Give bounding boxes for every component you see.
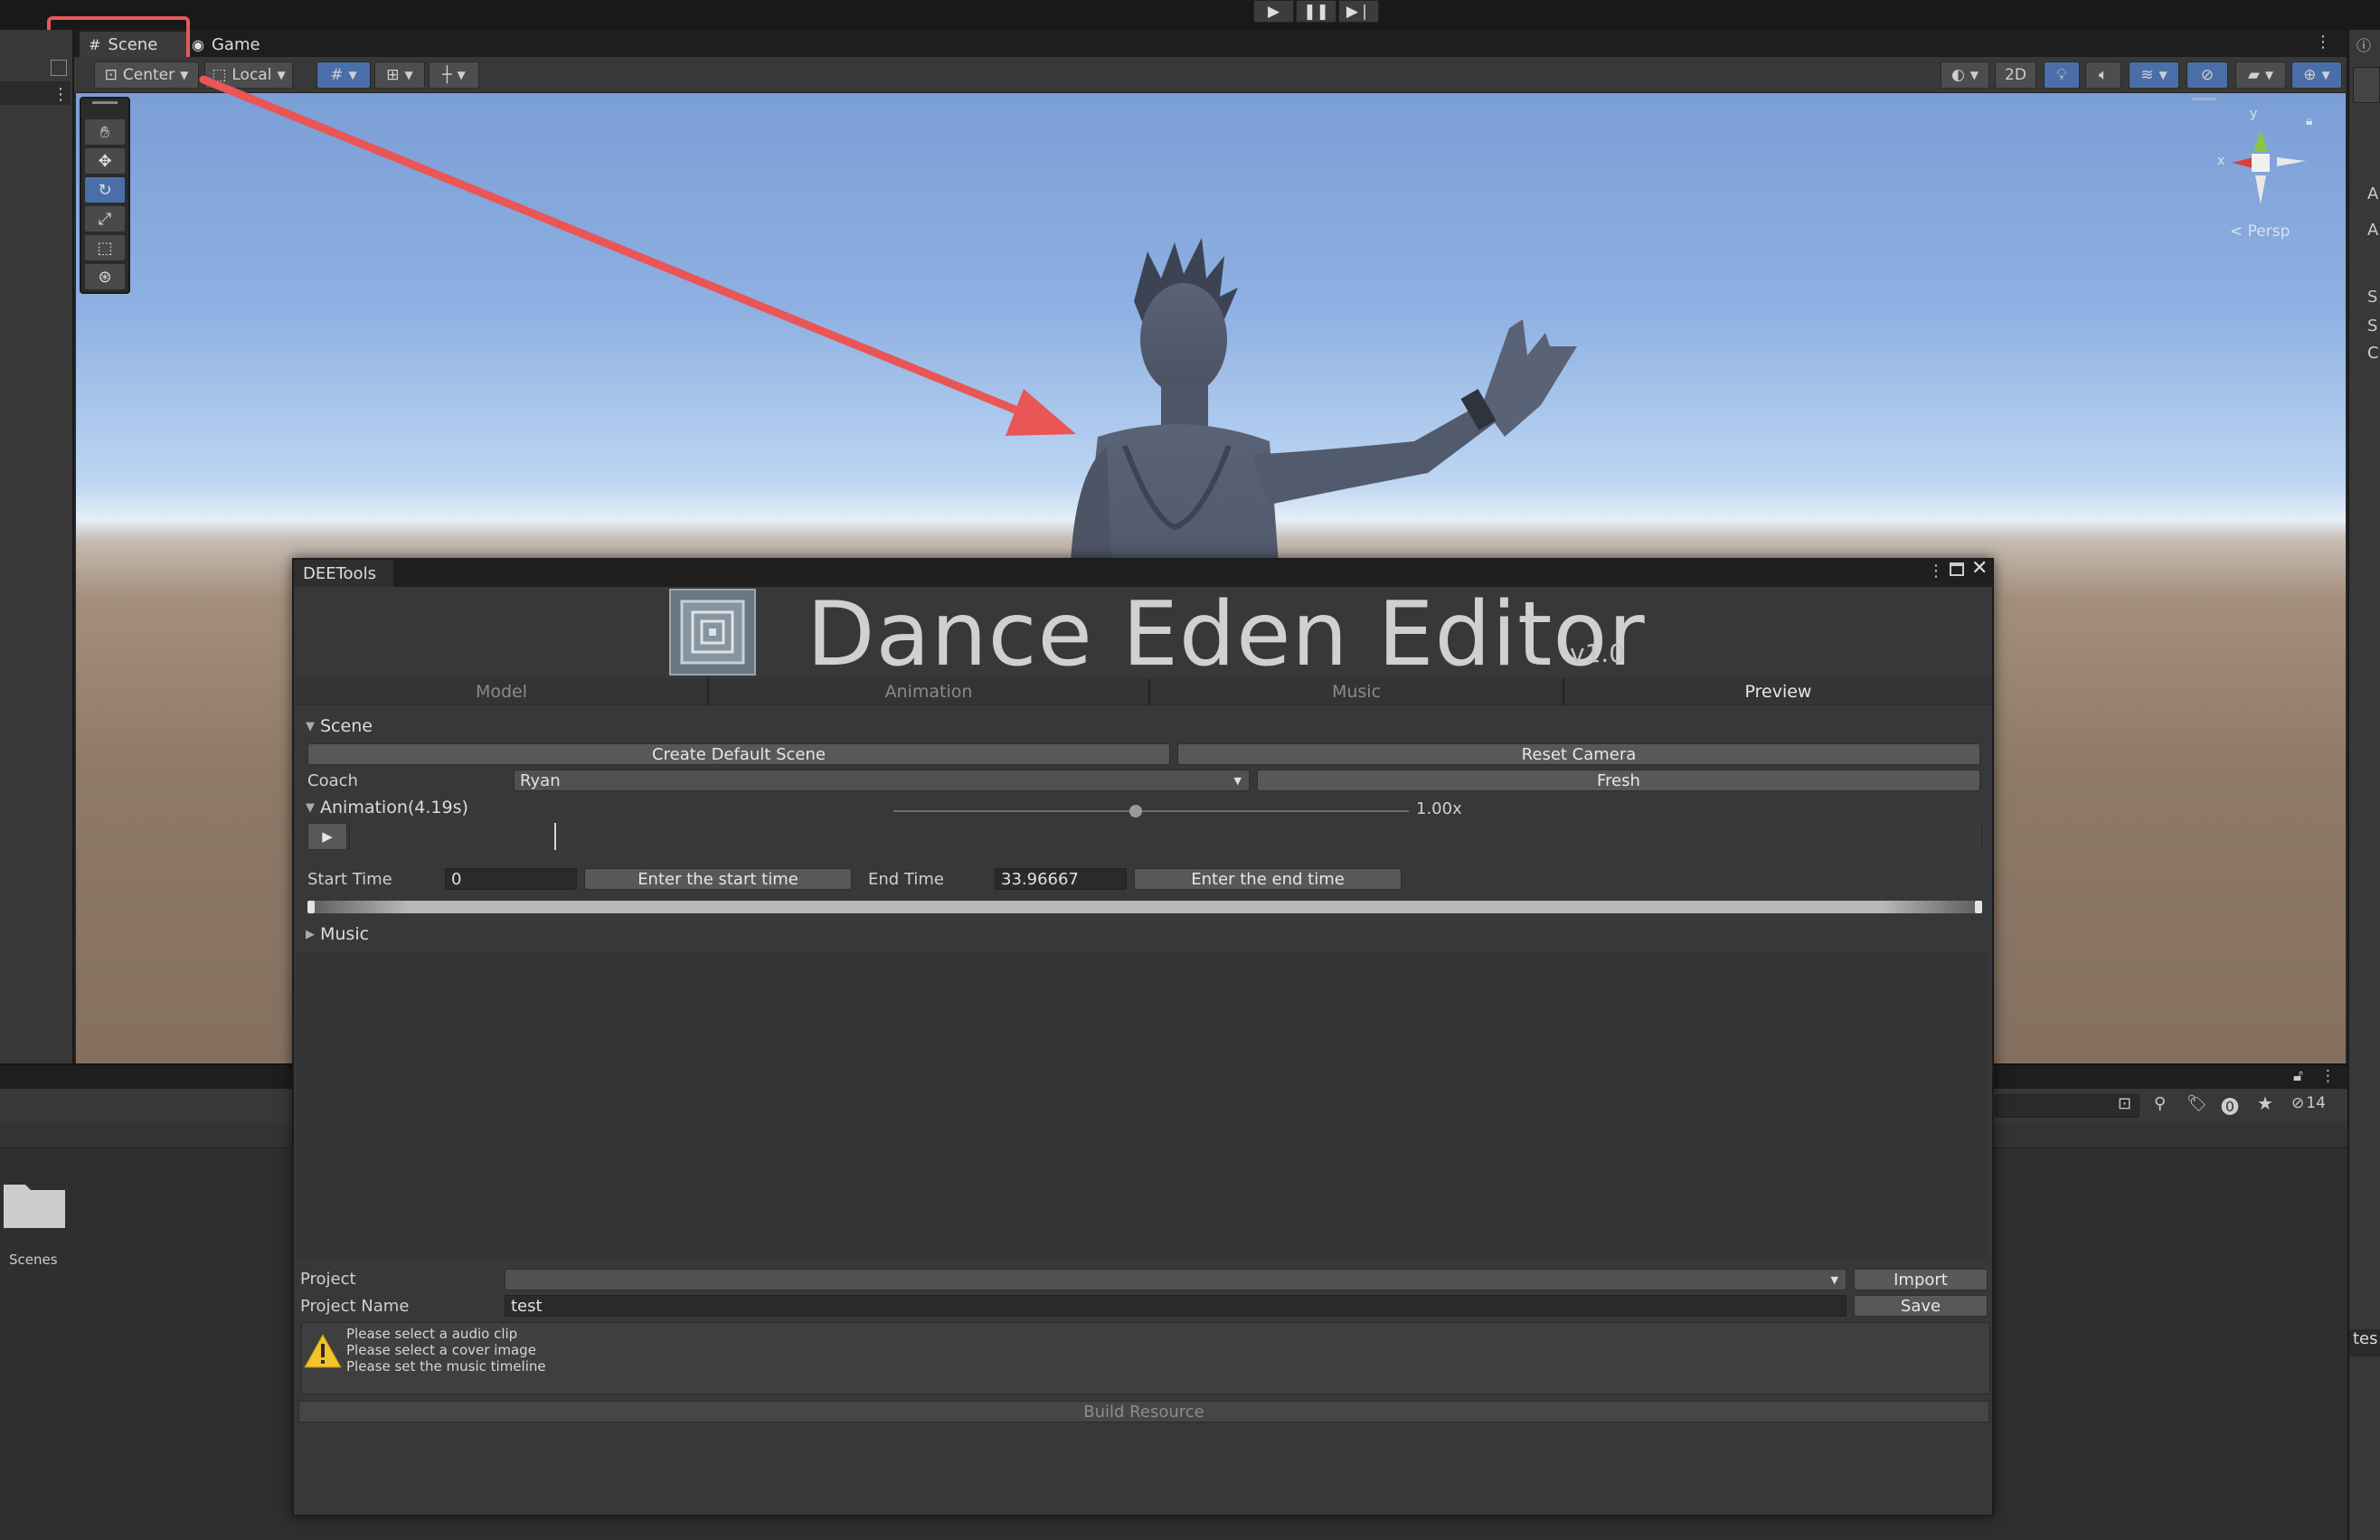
- scene-foldout[interactable]: ▼ Scene: [306, 716, 373, 736]
- play-icon: ▶: [322, 828, 333, 845]
- coach-value: Ryan: [520, 770, 561, 790]
- tab-music[interactable]: Music: [1150, 678, 1563, 705]
- inspector-letter: S: [2367, 288, 2378, 307]
- warning-icon: [304, 1333, 342, 1373]
- speed-slider-track[interactable]: [893, 810, 1409, 812]
- warning-help-box: [301, 1322, 1990, 1394]
- tab-animation[interactable]: Animation: [709, 678, 1148, 705]
- tab-preview[interactable]: Preview: [1564, 678, 1992, 705]
- build-resource-button[interactable]: Build Resource: [298, 1401, 1989, 1422]
- hidden-packages-toggle[interactable]: ⊘ 14: [2291, 1094, 2326, 1112]
- chevron-down-icon: ▼: [306, 719, 315, 733]
- maximize-icon[interactable]: [1950, 562, 1964, 576]
- editor-version: v1.0: [1570, 638, 1626, 668]
- editor-title: Dance Eden Editor: [807, 583, 1646, 686]
- start-time-field[interactable]: 0: [445, 868, 577, 890]
- music-foldout-label: Music: [320, 924, 370, 944]
- inspector-letter: A: [2367, 221, 2379, 240]
- tag-icon[interactable]: 🏷︎: [2186, 1094, 2207, 1113]
- project-name-label: Project Name: [300, 1297, 410, 1316]
- search-by-label-icon[interactable]: ⚲: [2154, 1094, 2166, 1113]
- animation-foldout-label: Animation(4.19s): [320, 798, 468, 817]
- tab-model[interactable]: Model: [296, 678, 707, 705]
- logo-icon: [680, 600, 745, 665]
- eye-slash-icon: ⊘: [2291, 1094, 2305, 1112]
- inspector-letter: A: [2367, 184, 2379, 203]
- timeline-playhead[interactable]: [554, 823, 556, 850]
- import-button[interactable]: Import: [1854, 1269, 1988, 1290]
- search-by-type-icon[interactable]: ⊡: [2118, 1094, 2131, 1113]
- hidden-count: 14: [2306, 1094, 2326, 1112]
- project-dropdown[interactable]: ▼: [505, 1269, 1846, 1290]
- project-name-field[interactable]: test: [505, 1295, 1846, 1317]
- inspector-letter: S: [2367, 317, 2378, 335]
- close-icon[interactable]: ✕: [1971, 557, 1988, 580]
- inspector-letter: C: [2367, 344, 2379, 363]
- coach-dropdown[interactable]: Ryan ▼: [514, 770, 1250, 791]
- content-area: [296, 951, 1990, 1259]
- deetools-tab[interactable]: DEETools: [294, 560, 393, 587]
- chevron-down-icon: ▼: [1233, 774, 1242, 787]
- speed-slider-thumb[interactable]: [1129, 805, 1142, 817]
- chevron-down-icon: ▼: [306, 800, 315, 815]
- range-min-handle[interactable]: [307, 901, 315, 913]
- enter-end-time-button[interactable]: Enter the end time: [1134, 868, 1402, 890]
- end-time-label: End Time: [868, 870, 944, 889]
- kebab-menu-icon[interactable]: ⋮: [2320, 1067, 2336, 1085]
- chevron-down-icon: ▼: [1830, 1273, 1838, 1286]
- warning-line: Please set the music timeline: [346, 1358, 546, 1375]
- range-max-handle[interactable]: [1975, 901, 1982, 913]
- folder-icon: [4, 1185, 65, 1228]
- kebab-menu-icon[interactable]: ⋮: [1928, 562, 1944, 581]
- play-animation-button[interactable]: ▶: [307, 823, 347, 850]
- logo: [669, 589, 756, 676]
- scenes-folder[interactable]: [2, 1177, 67, 1230]
- inspector-panel: [2347, 30, 2380, 1540]
- star-icon[interactable]: ★: [2257, 1092, 2273, 1114]
- inspector-field[interactable]: tes: [2349, 1329, 2380, 1356]
- chevron-right-icon: ▶: [306, 927, 315, 941]
- warning-line: Please select a audio clip: [346, 1326, 518, 1342]
- alert-icon[interactable]: ⓿: [2221, 1092, 2239, 1119]
- save-button[interactable]: Save: [1854, 1295, 1988, 1317]
- warning-line: Please select a cover image: [346, 1342, 536, 1358]
- start-time-label: Start Time: [307, 870, 392, 889]
- fresh-button[interactable]: Fresh: [1257, 770, 1980, 791]
- info-icon[interactable]: ⓘ: [2356, 33, 2371, 55]
- reset-camera-button[interactable]: Reset Camera: [1177, 743, 1980, 765]
- coach-label: Coach: [307, 771, 358, 790]
- animation-timeline[interactable]: [349, 823, 1982, 850]
- animation-foldout[interactable]: ▼ Animation(4.19s): [306, 798, 468, 817]
- folder-label: Scenes: [9, 1252, 58, 1268]
- enter-start-time-button[interactable]: Enter the start time: [584, 868, 852, 890]
- end-time-field[interactable]: 33.96667: [995, 868, 1127, 890]
- project-label: Project: [300, 1270, 356, 1289]
- scene-foldout-label: Scene: [320, 716, 373, 736]
- lock-icon[interactable]: 🔓︎: [2293, 1067, 2303, 1085]
- speed-value: 1.00x: [1416, 799, 1462, 818]
- create-default-scene-button[interactable]: Create Default Scene: [307, 743, 1170, 765]
- time-range-slider[interactable]: [307, 901, 1982, 913]
- deetools-tab-label: DEETools: [303, 563, 376, 583]
- music-foldout[interactable]: ▶ Music: [306, 924, 369, 944]
- inspector-header: [2353, 67, 2380, 103]
